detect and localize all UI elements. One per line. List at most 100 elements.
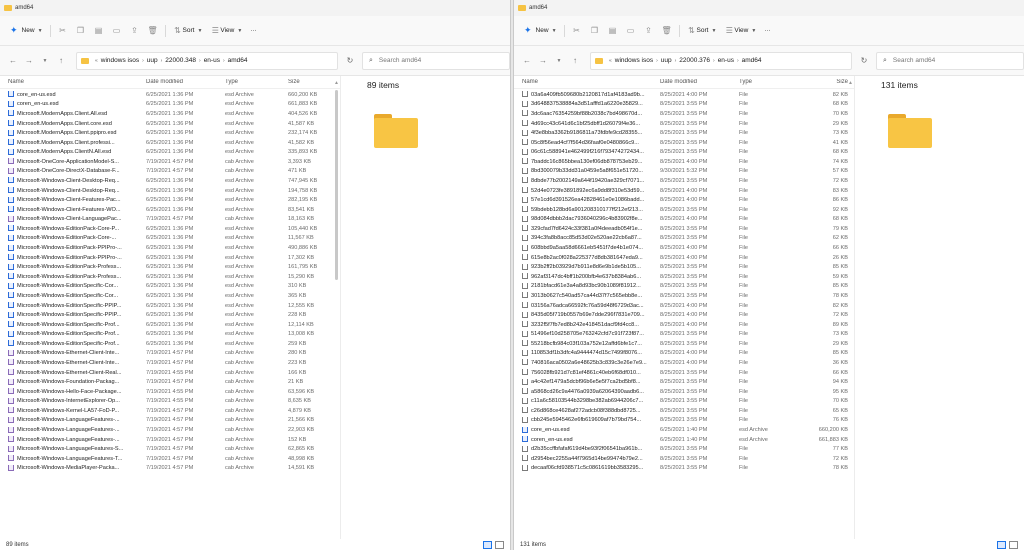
file-row[interactable]: Microsoft.ModernApps.Client.professi... 6… [0,138,340,148]
paste-icon[interactable]: ▤ [90,23,108,39]
recent-locations-chevron-icon[interactable]: ▼ [38,54,52,68]
file-row[interactable]: Microsoft-Windows-LanguageFeatures-... 7/… [0,435,340,445]
scroll-up-icon[interactable]: ▲ [848,80,853,86]
file-row[interactable]: 329cfad7fd6424c33f381a0f4deeadb054f1e...… [514,224,854,234]
file-row[interactable]: 3232f5f7fb7ed8b242e418451dacf9fd4cc8... 8… [514,320,854,330]
file-row[interactable]: Microsoft-Windows-Ethernet-Client-Inte..… [0,358,340,368]
file-row[interactable]: Microsoft-Windows-Hello-Face-Package... 7… [0,387,340,397]
breadcrumb-item[interactable]: 22000.348 [165,57,196,64]
file-row[interactable]: core_en-us.esd 6/25/2021 1:36 PM esd Archi… [0,90,340,100]
breadcrumb-item[interactable]: windows isos [615,57,653,64]
address-bar[interactable]: « windows isos › uup › 22000.348 › en-us… [76,51,338,70]
share-icon[interactable]: ⇪ [126,23,144,39]
file-row[interactable]: Microsoft-Windows-InternetExplorer-Op...… [0,397,340,407]
file-row[interactable]: Microsoft-Windows-EditionSpecific-Prof..… [0,329,340,339]
column-header-type[interactable]: Type [739,79,802,85]
file-row[interactable]: Microsoft-Windows-EditionSpecific-PPIP..… [0,301,340,311]
delete-icon[interactable]: 🗑 [144,23,162,39]
back-arrow-icon[interactable]: ← [6,54,20,68]
refresh-icon[interactable]: ↻ [856,53,872,69]
file-row[interactable]: 740816aca0502a6e48625b3c839c3e26e7e9... 8… [514,358,854,368]
file-row[interactable]: Microsoft-Windows-MediaPlayer-Packa... 7/… [0,464,340,474]
file-row[interactable]: 962af3147dc4bff1b200bfb4e637b8384ab6... 8… [514,272,854,282]
breadcrumb-item[interactable]: uup [661,57,672,64]
file-row[interactable]: 59bdebb128bd6a901208310177ff212ef213... 8… [514,205,854,215]
file-row[interactable]: Microsoft-Windows-LanguageFeatures-S... 7… [0,444,340,454]
file-row[interactable]: Microsoft-Windows-EditionPack-Core-P... 6… [0,224,340,234]
file-row[interactable]: Microsoft-Windows-EditionSpecific-Prof..… [0,320,340,330]
file-row[interactable]: 756028fb921d7c81ef4861c40eb6f68df010... 8… [514,368,854,378]
cut-icon[interactable]: ✂ [54,23,72,39]
breadcrumb-item[interactable]: amd64 [228,57,248,64]
file-row[interactable]: 05c8f56ead4cf7f564d36faaf0e0480866c9... 8… [514,138,854,148]
file-row[interactable]: Microsoft-Windows-Client-Desktop-Req... 6… [0,186,340,196]
file-row[interactable]: 394c3fa8b8acc85d53d02e520ae22cb6a87... 8/… [514,234,854,244]
column-header-date[interactable]: Date modified [660,79,739,85]
file-row[interactable]: Microsoft-Windows-LanguageFeatures-... 7/… [0,425,340,435]
file-row[interactable]: 923b2ff2b03929d7b911e8d6e9b1de5b105... 8/… [514,262,854,272]
details-view-icon[interactable] [997,541,1006,549]
search-input[interactable]: ⌕ Search amd64 [362,51,510,70]
vertical-scrollbar[interactable] [335,90,338,280]
sort-button[interactable]: ⇅ Sort ▼ [683,23,721,39]
file-row[interactable]: Microsoft-OneCore-DirectX-Database-F... 7… [0,167,340,177]
file-row[interactable]: Microsoft.ModernApps.Client.ppipro.esd 6/… [0,128,340,138]
refresh-icon[interactable]: ↻ [342,53,358,69]
breadcrumb-item[interactable]: 22000.376 [679,57,710,64]
tiles-view-icon[interactable] [495,541,504,549]
title-bar[interactable]: amd64 [514,0,1024,16]
file-row[interactable]: 03a6a409fb509680b2120817d1af4183ad9b... 8… [514,90,854,100]
file-row[interactable]: 4d69cc43c641d6c1bf25dbff1d26079f4e36... 8… [514,119,854,129]
new-button[interactable]: ✦ New ▼ [6,23,47,39]
delete-icon[interactable]: 🗑 [658,23,676,39]
view-button[interactable]: ☰ View ▼ [206,23,246,39]
title-bar[interactable]: amd64 [0,0,510,16]
file-row[interactable]: 8dbde77b2002149a644f19420ae329cf7071... 8… [514,176,854,186]
file-row[interactable]: d2954bec2255a44f7965d14be99474b79e2... 8/… [514,454,854,464]
file-row[interactable]: c26d868ce4628af272adcb08f388dbd8725... 8/… [514,406,854,416]
file-row[interactable]: Microsoft-Windows-Foundation-Packag... 7/… [0,377,340,387]
file-row[interactable]: 3dc6aac76354259bf88b2038c7bd498670d... 8/… [514,109,854,119]
file-row[interactable]: 03156a76adca66592fc76a59d48f6729d3ac... 8… [514,301,854,311]
file-row[interactable]: a5868cd26c9a4476a0939a62064390aadb6... 8/… [514,387,854,397]
file-row[interactable]: 98d084dbbb2dac7936040296c4b83902f8e... 8/… [514,215,854,225]
column-header-size[interactable]: Size [802,79,852,85]
file-row[interactable]: Microsoft-Windows-EditionPack-PPIPro-...… [0,243,340,253]
file-row[interactable]: c11a6c58103544b3298be382ab6944206c7... 8/… [514,397,854,407]
up-arrow-icon[interactable]: ↑ [54,54,68,68]
file-row[interactable]: Microsoft-Windows-Client-Features-Pac...… [0,195,340,205]
column-header-name[interactable]: Name [8,79,146,85]
sort-button[interactable]: ⇅ Sort ▼ [169,23,207,39]
breadcrumb-item[interactable]: en-us [204,57,220,64]
copy-icon[interactable]: ❐ [586,23,604,39]
file-row[interactable]: Microsoft.ModernApps.Client.core.esd 6/25… [0,119,340,129]
file-row[interactable]: coren_en-us.esd 6/25/2021 1:36 PM esd Arch… [0,100,340,110]
file-row[interactable]: 608bbd9a5aa58d6661eb5451f7de4b1e074... 8/… [514,243,854,253]
file-row[interactable]: Microsoft-Windows-LanguageFeatures-T... 7… [0,454,340,464]
breadcrumb-item[interactable]: windows isos [101,57,139,64]
file-row[interactable]: Microsoft-Windows-EditionPack-PPIPro-...… [0,253,340,263]
paste-icon[interactable]: ▤ [604,23,622,39]
more-options-button[interactable]: ··· [760,23,775,39]
recent-locations-chevron-icon[interactable]: ▼ [552,54,566,68]
file-row[interactable]: 52d4e0723fe3891892ec6a9dd8f310e53d59... 8… [514,186,854,196]
new-button[interactable]: ✦ New ▼ [520,23,561,39]
forward-arrow-icon[interactable]: → [536,54,550,68]
file-row[interactable]: coren_en-us.esd 6/25/2021 1:40 PM esd Arch… [514,435,854,445]
file-row[interactable]: Microsoft.ModernApps.Client.All.esd 6/25/… [0,109,340,119]
file-row[interactable]: core_en-us.esd 6/25/2021 1:40 PM esd Archi… [514,425,854,435]
rename-icon[interactable]: ▭ [622,23,640,39]
tiles-view-icon[interactable] [1009,541,1018,549]
file-row[interactable]: a4c42ef1479a5dcbf96b6e5e5f7ca2bd5bf8... 8… [514,377,854,387]
overflow-chevron-icon[interactable]: « [609,58,612,64]
file-row[interactable]: 110853df1b3dfc4a9444474d15c7499f8076... 8… [514,349,854,359]
rename-icon[interactable]: ▭ [108,23,126,39]
file-row[interactable]: Microsoft-Windows-EditionSpecific-Cor...… [0,291,340,301]
file-row[interactable]: cbb245e5945462e6fb619609af7b79bd754... 8/… [514,416,854,426]
more-options-button[interactable]: ··· [246,23,261,39]
details-view-icon[interactable] [483,541,492,549]
file-row[interactable]: Microsoft-Windows-EditionPack-Profess...… [0,272,340,282]
file-row[interactable]: Microsoft-Windows-Kernel-LA57-FoD-P... 7/… [0,406,340,416]
file-row[interactable]: 2181bfacd61e3a4a8d93bc90b1089f81912... 8/… [514,282,854,292]
file-row[interactable]: 3013b0627c540ad57ca44d37f7c565ebb8e... 8/… [514,291,854,301]
